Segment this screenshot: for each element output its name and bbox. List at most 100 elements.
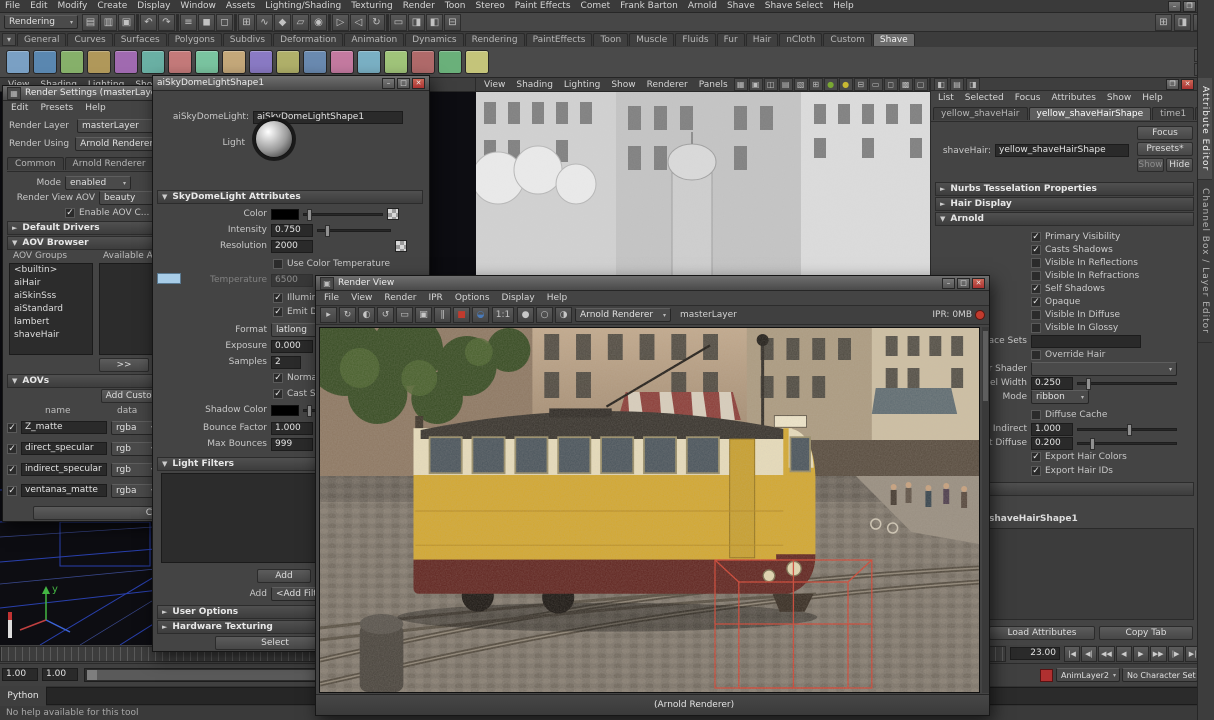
render-region-icon[interactable]: ▭ (396, 307, 413, 323)
step-forward-frame-button[interactable]: |▶ (1168, 646, 1184, 662)
menu-item[interactable]: File (0, 1, 25, 11)
select-hierarchy-icon[interactable]: ≡ (180, 14, 197, 31)
camera-attributes-icon[interactable]: ◫ (764, 78, 778, 91)
copy-tab-button[interactable]: Copy Tab (1099, 626, 1193, 640)
pixel-width-slider[interactable] (1077, 382, 1177, 385)
shelf-tool-icon[interactable] (114, 50, 138, 74)
shelf-tool-icon[interactable] (411, 50, 435, 74)
stop-render-icon[interactable]: ■ (453, 307, 470, 323)
separator[interactable] (136, 14, 139, 31)
panel-menu-item[interactable]: Shading (511, 80, 558, 90)
redo-previous-render-icon[interactable]: ↻ (339, 307, 356, 323)
menu-item[interactable]: Render (398, 1, 440, 11)
shelf-tool-icon[interactable] (33, 50, 57, 74)
gate-mask-icon[interactable]: ▩ (899, 78, 913, 91)
option-checkbox-row[interactable]: Casts Shadows (1031, 243, 1191, 256)
resolution-gate-icon[interactable]: ◻ (884, 78, 898, 91)
safe-action-icon[interactable]: ▢ (914, 78, 928, 91)
display-alpha-icon[interactable]: ○ (536, 307, 553, 323)
list-item[interactable]: <builtin> (10, 264, 92, 277)
window-menu-item[interactable]: Display (497, 293, 540, 303)
new-scene-icon[interactable]: ▤ (82, 14, 99, 31)
film-gate-icon[interactable]: ▭ (869, 78, 883, 91)
shelf-tool-icon[interactable] (60, 50, 84, 74)
shadow-color-swatch[interactable] (271, 405, 299, 416)
menu-item[interactable]: Modify (53, 1, 93, 11)
panel-menu-item[interactable]: Lighting (559, 80, 605, 90)
shelf-tool-icon[interactable] (438, 50, 462, 74)
shelf-tool-icon[interactable] (357, 50, 381, 74)
settings-tab[interactable]: Common (7, 157, 64, 170)
panel-menu-item[interactable]: Renderer (642, 80, 693, 90)
color-slider[interactable] (303, 213, 383, 216)
window-menu-item[interactable]: View (346, 293, 377, 303)
output-connections-icon[interactable]: ◁ (350, 14, 367, 31)
ipr-record-icon[interactable] (975, 310, 985, 320)
menu-item[interactable]: Comet (576, 1, 616, 11)
select-component-icon[interactable]: ◻ (216, 14, 233, 31)
menu-item[interactable]: Shave Select (760, 1, 828, 11)
snapshot-icon[interactable]: ▣ (415, 307, 432, 323)
option-checkbox-row[interactable]: Visible In Diffuse (1031, 308, 1191, 321)
hair-shader-dropdown[interactable]: ▾ (1031, 362, 1177, 376)
image-plane-icon[interactable]: ▧ (794, 78, 808, 91)
window-restore-button[interactable]: ❐ (1183, 1, 1196, 12)
max-bounces-field[interactable]: 999 (271, 438, 313, 451)
image-vertical-scrollbar[interactable] (982, 327, 989, 693)
trace-sets-field[interactable] (1031, 335, 1141, 348)
snap-to-plane-icon[interactable]: ▱ (292, 14, 309, 31)
window-minimize-button[interactable]: – (942, 278, 955, 289)
panel-menu-item[interactable]: Focus (1010, 93, 1046, 103)
menu-item[interactable]: Shave (722, 1, 760, 11)
separator[interactable] (386, 14, 389, 31)
select-object-icon[interactable]: ◼ (198, 14, 215, 31)
step-back-key-button[interactable]: ◀◀ (1098, 646, 1115, 662)
node-name-field[interactable]: yellow_shaveHairShape (995, 144, 1129, 157)
list-item[interactable]: aiSkinSss (10, 290, 92, 303)
option-checkbox-row[interactable]: Visible In Glossy (1031, 321, 1191, 334)
option-checkbox-row[interactable]: Opaque (1031, 295, 1191, 308)
skydome-attributes-section[interactable]: SkyDomeLight Attributes (157, 190, 423, 204)
window-close-button[interactable]: ✕ (412, 78, 425, 89)
anim-layer-dropdown[interactable]: AnimLayer2▾ (1056, 668, 1120, 682)
section-header[interactable]: Hair Display (935, 197, 1194, 211)
bounce-factor-field[interactable]: 1.000 (271, 422, 313, 435)
play-forward-button[interactable]: ▶ (1133, 646, 1149, 662)
diffuse-cache-checkbox[interactable]: Diffuse Cache (1031, 408, 1107, 422)
status-yellow-icon[interactable]: ● (839, 78, 853, 91)
shelf-tab[interactable]: Muscle (629, 33, 674, 46)
menu-item[interactable]: Frank Barton (615, 1, 683, 11)
menu-item[interactable]: Create (92, 1, 132, 11)
exposure-icon[interactable]: ◑ (555, 307, 572, 323)
intensity-field[interactable]: 0.750 (271, 224, 313, 237)
step-forward-key-button[interactable]: ▶▶ (1150, 646, 1167, 662)
window-maximize-button[interactable]: □ (957, 278, 970, 289)
shelf-tool-icon[interactable] (6, 50, 30, 74)
panel-menu-item[interactable]: Attributes (1046, 93, 1100, 103)
pin-node-icon[interactable]: ◧ (934, 78, 948, 91)
panel-menu-item[interactable]: Panels (694, 80, 733, 90)
render-icon[interactable]: ▸ (320, 307, 337, 323)
node-tab[interactable]: yellow_shaveHairShape (1029, 107, 1152, 120)
indirect-field[interactable]: 1.000 (1031, 423, 1073, 436)
window-menu-item[interactable]: Render (379, 293, 421, 303)
open-scene-icon[interactable]: ▥ (100, 14, 117, 31)
select-camera-icon[interactable]: ▦ (734, 78, 748, 91)
range-handle-left[interactable] (87, 670, 97, 680)
menu-item[interactable]: Paint Effects (510, 1, 576, 11)
shelf-tab[interactable]: Hair (746, 33, 778, 46)
window-menu-item[interactable]: File (319, 293, 344, 303)
command-language-label[interactable]: Python (0, 686, 46, 706)
intensity-slider[interactable] (317, 229, 391, 232)
pause-ipr-icon[interactable]: ∥ (434, 307, 451, 323)
shelf-tab[interactable]: Fur (717, 33, 745, 46)
skydome-titlebar[interactable]: aiSkyDomeLightShape1 –□✕ (153, 76, 429, 91)
map-button-icon[interactable] (395, 240, 407, 252)
shelf-tab[interactable]: Surfaces (114, 33, 167, 46)
shelf-tab[interactable]: Dynamics (405, 33, 463, 46)
exposure-field[interactable]: 0.000 (271, 340, 313, 353)
hide-button[interactable]: Hide (1166, 158, 1193, 172)
anim-layer-icon[interactable] (1040, 669, 1053, 682)
indirect-diffuse-slider[interactable] (1077, 442, 1177, 445)
ipr-render-icon[interactable]: ◐ (358, 307, 375, 323)
